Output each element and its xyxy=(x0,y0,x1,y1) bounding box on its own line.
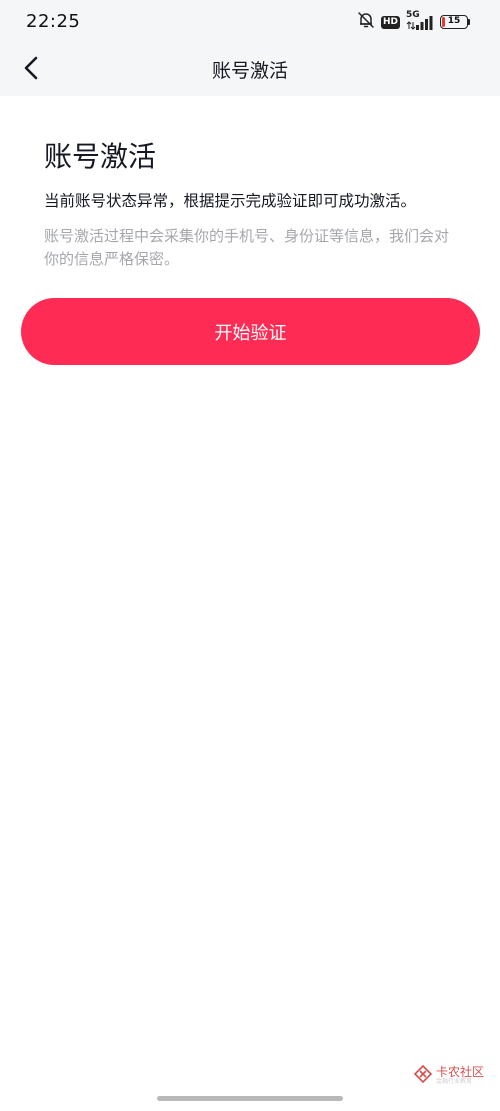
battery-level: 15 xyxy=(447,16,461,26)
battery-body: 15 xyxy=(440,15,468,29)
signal-5g-icon: 5G xyxy=(406,10,434,32)
watermark-logo-icon xyxy=(413,1064,433,1087)
nav-bar: 账号激活 xyxy=(0,44,500,96)
battery-tip xyxy=(468,19,470,25)
watermark-text: 卡农社区 金融行业教育 xyxy=(435,1065,484,1086)
page-heading: 账号激活 xyxy=(44,140,157,173)
battery-icon: 15 xyxy=(440,15,470,29)
watermark: 卡农社区 金融行业教育 xyxy=(413,1064,484,1087)
status-time: 22:25 xyxy=(26,11,81,32)
privacy-notice: 账号激活过程中会采集你的手机号、身份证等信息，我们会对你的信息严格保密。 xyxy=(44,227,450,268)
start-verification-button[interactable]: 开始验证 xyxy=(21,298,480,365)
status-bar: 22:25 HD 5G 15 xyxy=(0,0,500,44)
hd-icon: HD xyxy=(380,15,400,29)
nav-title: 账号激活 xyxy=(211,60,288,82)
status-description: 当前账号状态异常，根据提示完成验证即可成功激活。 xyxy=(44,192,417,210)
watermark-subtitle: 金融行业教育 xyxy=(435,1078,472,1086)
bell-muted-icon xyxy=(357,11,375,33)
home-indicator[interactable] xyxy=(157,1096,343,1101)
status-icons: HD 5G 15 xyxy=(357,10,470,33)
account-activation-page: 22:25 HD 5G 15 账号激活 账号激活 当前账号状态异常，根据提示完成… xyxy=(0,0,500,1111)
